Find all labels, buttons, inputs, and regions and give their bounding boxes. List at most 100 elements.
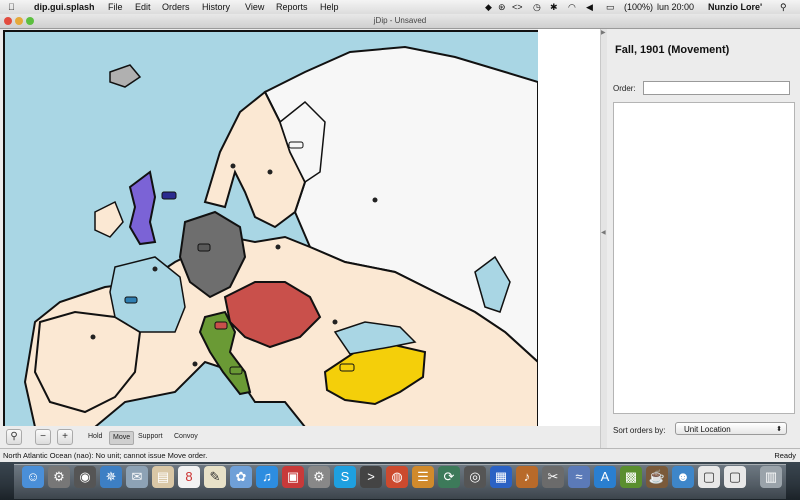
safari-icon[interactable]: ✵ [100, 466, 122, 488]
sort-select-value: Unit Location [684, 425, 731, 434]
status-state: Ready [774, 451, 796, 460]
supply-center [230, 163, 236, 169]
spotlight-icon[interactable]: ⚲ [780, 0, 787, 14]
document-icon[interactable]: ▢ [724, 466, 746, 488]
supply-center [267, 169, 273, 175]
calendar-icon[interactable]: 8 [178, 466, 200, 488]
diplomacy-map[interactable] [3, 30, 540, 429]
app-window: ▶ ◀ Fall, 1901 (Movement) Order: Sort or… [0, 29, 800, 448]
app-icon[interactable]: ◍ [386, 466, 408, 488]
mode-support-button[interactable]: Support [135, 431, 166, 443]
army-germany[interactable] [197, 243, 211, 252]
supply-center [332, 319, 338, 325]
app-icon[interactable]: ✂ [542, 466, 564, 488]
minecraft-icon[interactable]: ▩ [620, 466, 642, 488]
sort-select[interactable]: Unit Location ⬍ [675, 422, 787, 435]
document-icon[interactable]: ▢ [698, 466, 720, 488]
wifi-icon[interactable]: ◠ [568, 0, 576, 14]
system-preferences-icon[interactable]: ⚙ [308, 466, 330, 488]
menu-edit[interactable]: Edit [135, 0, 151, 14]
battery-icon[interactable]: ▭ [606, 0, 615, 14]
sort-label: Sort orders by: [613, 426, 666, 435]
dashboard-icon[interactable]: ◉ [74, 466, 96, 488]
status-message: North Atlantic Ocean (nao): No unit; can… [3, 451, 208, 460]
clock[interactable]: lun 20:00 [657, 0, 694, 14]
split-pane-divider[interactable]: ▶ ◀ [600, 29, 607, 448]
app-store-icon[interactable]: A [594, 466, 616, 488]
army-austria[interactable] [214, 321, 228, 330]
expand-arrow-icon[interactable]: ◀ [601, 229, 606, 236]
order-list[interactable] [613, 102, 795, 414]
app-icon[interactable]: ≈ [568, 466, 590, 488]
map-svg[interactable] [5, 32, 538, 427]
zoom-window-icon[interactable] [26, 17, 34, 25]
apple-menu-icon[interactable]:  [8, 0, 15, 14]
supply-center [90, 334, 96, 340]
mail-icon[interactable]: ✉ [126, 466, 148, 488]
mode-convoy-button[interactable]: Convoy [171, 431, 201, 443]
app-icon[interactable]: ☰ [412, 466, 434, 488]
skype-icon[interactable]: S [334, 466, 356, 488]
mode-move-button[interactable]: Move [109, 431, 135, 445]
notes-icon[interactable]: ✎ [204, 466, 226, 488]
magnifier-icon: ⚲ [10, 431, 18, 442]
sync-icon[interactable]: ⊛ [498, 0, 506, 14]
map-toolbar: ⚲ − + Hold Move Support Convoy [3, 426, 600, 448]
dropbox-icon[interactable]: ◆ [485, 0, 492, 14]
app-icon[interactable]: ◎ [464, 466, 486, 488]
menu-reports[interactable]: Reports [276, 0, 308, 14]
supply-center [192, 361, 198, 367]
order-panel: Fall, 1901 (Movement) Order: Sort orders… [607, 29, 800, 448]
phase-title: Fall, 1901 (Movement) [615, 44, 730, 56]
launchpad-icon[interactable]: ⚙ [48, 466, 70, 488]
zoom-out-button[interactable]: − [35, 429, 51, 445]
app-icon[interactable]: ☻ [672, 466, 694, 488]
collapse-arrow-icon[interactable]: ▶ [601, 29, 606, 36]
fleet-italy[interactable] [229, 366, 243, 375]
map-margin [538, 29, 600, 426]
battery-percent: (100%) [624, 2, 654, 12]
window-title: jDip - Unsaved [373, 16, 427, 25]
menu-history[interactable]: History [202, 0, 230, 14]
app-menu[interactable]: dip.gui.splash [34, 0, 95, 14]
fleet-england[interactable] [161, 191, 177, 200]
menu-bar:  dip.gui.splash File Edit Orders Histor… [0, 0, 800, 15]
trash-icon[interactable]: ▥ [760, 466, 782, 488]
menu-file[interactable]: File [108, 0, 123, 14]
fleet-france[interactable] [124, 296, 138, 304]
finder-icon[interactable]: ☺ [22, 466, 44, 488]
code-icon[interactable]: <> [512, 0, 523, 14]
fleet-russia[interactable] [288, 141, 304, 149]
app-icon[interactable]: ⟳ [438, 466, 460, 488]
time-machine-icon[interactable]: ◷ [533, 0, 541, 14]
order-label: Order: [613, 84, 636, 93]
zoom-out-icon: − [40, 431, 46, 442]
menu-view[interactable]: View [245, 0, 264, 14]
zoom-in-button[interactable]: + [57, 429, 73, 445]
status-bar: North Atlantic Ocean (nao): No unit; can… [0, 448, 800, 462]
supply-center [275, 244, 281, 250]
close-window-icon[interactable] [4, 17, 12, 25]
supply-center [152, 266, 158, 272]
user-name[interactable]: Nunzio Lore' [708, 0, 762, 14]
volume-icon[interactable]: ◀ [586, 0, 593, 14]
order-input[interactable] [643, 81, 790, 95]
menu-orders[interactable]: Orders [162, 0, 190, 14]
photos-icon[interactable]: ✿ [230, 466, 252, 488]
dock: ☺ ⚙ ◉ ✵ ✉ ▤ 8 ✎ ✿ ♫ ▣ ⚙ S > ◍ ☰ ⟳ ◎ ▦ ♪ … [0, 462, 800, 500]
updown-arrows-icon: ⬍ [776, 426, 782, 433]
guitar-icon[interactable]: ♪ [516, 466, 538, 488]
minimize-window-icon[interactable] [15, 17, 23, 25]
bluetooth-icon[interactable]: ✱ [550, 0, 558, 14]
zoom-in-icon: + [62, 431, 68, 442]
photo-booth-icon[interactable]: ▣ [282, 466, 304, 488]
itunes-icon[interactable]: ♫ [256, 466, 278, 488]
contacts-icon[interactable]: ▤ [152, 466, 174, 488]
terminal-icon[interactable]: > [360, 466, 382, 488]
menu-help[interactable]: Help [320, 0, 339, 14]
app-icon[interactable]: ▦ [490, 466, 512, 488]
java-icon[interactable]: ☕ [646, 466, 668, 488]
mode-hold-button[interactable]: Hold [85, 431, 105, 443]
fleet-turkey[interactable] [339, 363, 355, 372]
zoom-fit-button[interactable]: ⚲ [6, 429, 22, 445]
